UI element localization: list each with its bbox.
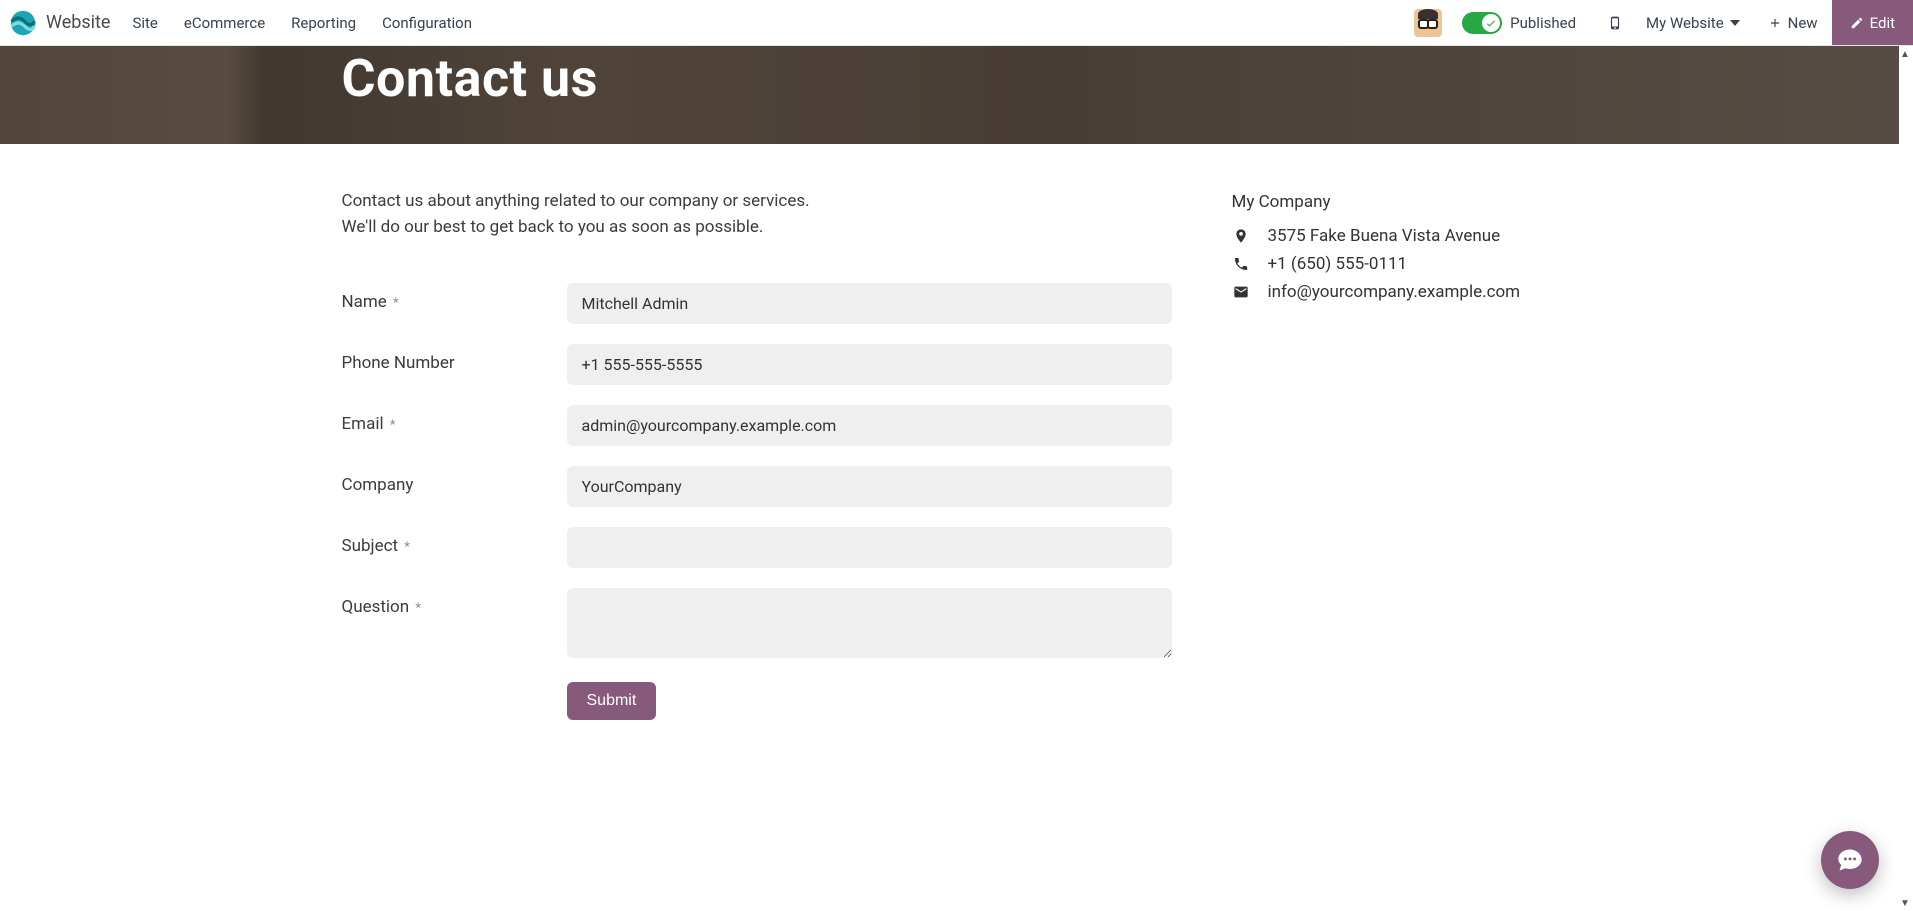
scroll-arrow-down-icon: ▼: [1899, 897, 1911, 909]
input-subject[interactable]: [567, 527, 1172, 568]
input-question[interactable]: [567, 588, 1172, 658]
info-phone: +1 (650) 555-0111: [1232, 254, 1558, 274]
main-content: Contact us about anything related to our…: [310, 144, 1590, 900]
row-company: Company: [342, 466, 1172, 507]
published-label: Published: [1510, 14, 1576, 32]
info-email: info@yourcompany.example.com: [1232, 282, 1558, 302]
address-text: 3575 Fake Buena Vista Avenue: [1268, 226, 1501, 246]
intro-text: Contact us about anything related to our…: [342, 188, 1172, 241]
menu-ecommerce[interactable]: eCommerce: [184, 14, 265, 32]
page-viewport[interactable]: Contact us Contact us about anything rel…: [0, 46, 1899, 911]
contact-form-section: Contact us about anything related to our…: [342, 188, 1172, 720]
chat-fab[interactable]: [1821, 831, 1879, 889]
label-company: Company: [342, 466, 567, 495]
chat-icon: [1836, 846, 1864, 874]
intro-line2: We'll do our best to get back to you as …: [342, 217, 764, 237]
intro-line1: Contact us about anything related to our…: [342, 191, 810, 211]
app-name[interactable]: Website: [46, 12, 110, 33]
user-avatar[interactable]: [1414, 9, 1442, 37]
info-address: 3575 Fake Buena Vista Avenue: [1232, 226, 1558, 246]
page-title: Contact us: [342, 46, 1558, 107]
menu-configuration[interactable]: Configuration: [382, 14, 472, 32]
mobile-preview-button[interactable]: [1598, 0, 1632, 45]
input-email[interactable]: [567, 405, 1172, 446]
avatar-face-icon: [1416, 11, 1440, 35]
envelope-icon: [1232, 284, 1250, 300]
input-name[interactable]: [567, 283, 1172, 324]
menu-reporting[interactable]: Reporting: [291, 14, 356, 32]
scroll-arrow-up-icon: ▲: [1899, 48, 1911, 60]
input-company[interactable]: [567, 466, 1172, 507]
company-name: My Company: [1232, 192, 1558, 212]
topbar: Website Site eCommerce Reporting Configu…: [0, 0, 1913, 46]
published-toggle[interactable]: [1462, 12, 1502, 34]
row-subject: Subject *: [342, 527, 1172, 568]
row-question: Question *: [342, 588, 1172, 662]
phone-icon: [1232, 256, 1250, 272]
website-switcher[interactable]: My Website: [1632, 0, 1754, 45]
label-phone: Phone Number: [342, 344, 567, 373]
hero-banner: Contact us: [0, 46, 1899, 144]
edit-button-label: Edit: [1870, 14, 1895, 32]
label-name: Name *: [342, 283, 567, 312]
map-pin-icon: [1232, 228, 1250, 244]
input-phone[interactable]: [567, 344, 1172, 385]
row-phone: Phone Number: [342, 344, 1172, 385]
label-subject: Subject *: [342, 527, 567, 556]
new-button[interactable]: New: [1754, 0, 1832, 45]
topbar-right: Published My Website New Edit: [1414, 0, 1913, 45]
menu-site[interactable]: Site: [132, 14, 157, 32]
plus-icon: [1768, 16, 1782, 30]
edit-button[interactable]: Edit: [1832, 0, 1913, 45]
email-text[interactable]: info@yourcompany.example.com: [1268, 282, 1521, 302]
app-logo: [10, 10, 36, 36]
pencil-icon: [1850, 16, 1864, 30]
check-icon: [1482, 14, 1500, 32]
phone-text[interactable]: +1 (650) 555-0111: [1268, 254, 1408, 274]
row-email: Email *: [342, 405, 1172, 446]
submit-button[interactable]: Submit: [567, 682, 657, 720]
mobile-icon: [1608, 13, 1622, 33]
row-name: Name *: [342, 283, 1172, 324]
new-button-label: New: [1788, 14, 1818, 32]
label-question: Question *: [342, 588, 567, 617]
top-menu: Site eCommerce Reporting Configuration: [132, 14, 472, 32]
company-info-section: My Company 3575 Fake Buena Vista Avenue …: [1232, 188, 1558, 720]
label-email: Email *: [342, 405, 567, 434]
caret-down-icon: [1730, 18, 1740, 28]
website-switcher-label: My Website: [1646, 14, 1724, 32]
